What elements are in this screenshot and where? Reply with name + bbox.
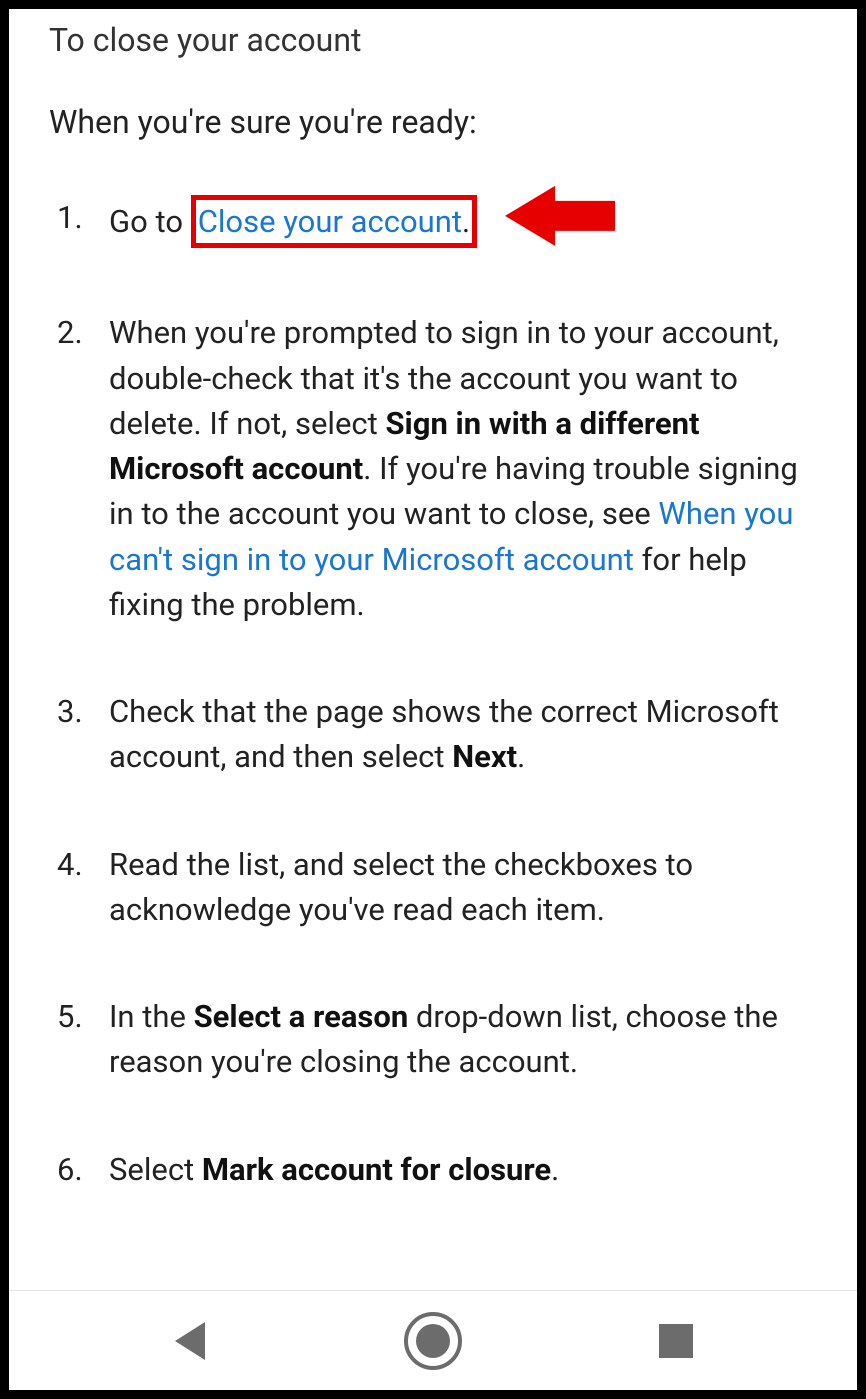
step-3-text-b: .	[517, 738, 525, 775]
step-2: When you're prompted to sign in to your …	[57, 310, 817, 627]
article-body: To close your account When you're sure y…	[9, 9, 857, 1192]
step-1: Go to Close your account.	[57, 195, 817, 248]
step-5: In the Select a reason drop-down list, c…	[57, 994, 817, 1085]
step-6-text-a: Select	[109, 1151, 202, 1188]
page-subtitle: When you're sure you're ready:	[49, 103, 817, 141]
step-6-text-b: .	[551, 1151, 559, 1188]
page-title: To close your account	[49, 21, 817, 59]
step-3-bold: Next	[452, 738, 517, 775]
recent-square-icon	[659, 1324, 693, 1358]
step-1-suffix: .	[462, 203, 470, 240]
step-3: Check that the page shows the correct Mi…	[57, 689, 817, 780]
steps-list: Go to Close your account. When you're pr…	[49, 195, 817, 1192]
highlight-box: Close your account.	[191, 195, 477, 248]
step-6: Select Mark account for closure.	[57, 1147, 817, 1192]
back-triangle-icon	[175, 1322, 205, 1360]
close-account-link[interactable]: Close your account	[198, 203, 462, 240]
nav-recent-button[interactable]	[646, 1311, 706, 1371]
step-3-text-a: Check that the page shows the correct Mi…	[109, 693, 779, 775]
step-5-bold: Select a reason	[194, 998, 409, 1035]
step-1-prefix: Go to	[109, 203, 183, 240]
nav-back-button[interactable]	[160, 1311, 220, 1371]
step-4: Read the list, and select the checkboxes…	[57, 842, 817, 933]
red-arrow-annotation	[505, 181, 615, 263]
step-5-text-a: In the	[109, 998, 194, 1035]
home-circle-icon	[404, 1312, 462, 1370]
android-nav-bar	[9, 1290, 857, 1390]
nav-home-button[interactable]	[403, 1311, 463, 1371]
step-6-bold: Mark account for closure	[202, 1151, 551, 1188]
